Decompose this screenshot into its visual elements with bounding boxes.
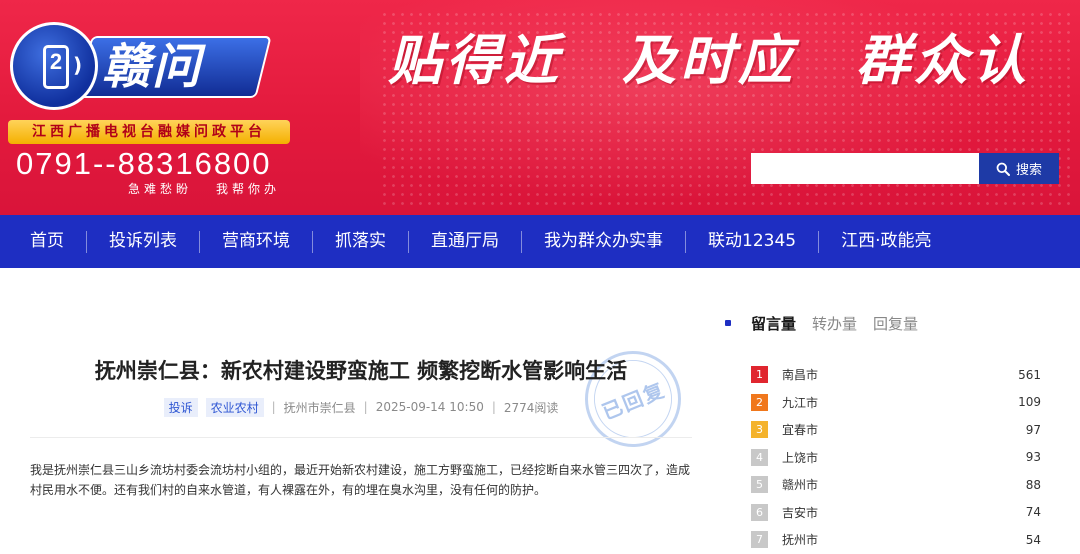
rank-badge: 3 (751, 421, 768, 439)
header-banner: 2 ) 赣问 贴得近 及时应 群众认 江西广播电视台融媒问政平台 0791--8… (0, 0, 1080, 215)
ranking-row[interactable]: 1 南昌市 561 (751, 361, 1041, 389)
rank-badge: 2 (751, 393, 768, 411)
tab-transfer-count[interactable]: 转办量 (812, 313, 857, 334)
tab-marker-icon (725, 320, 731, 326)
logo-number: 2 (49, 49, 63, 74)
rank-count: 561 (1018, 367, 1041, 382)
slogan: 贴得近 及时应 群众认 (388, 28, 1068, 94)
search-input[interactable] (751, 153, 979, 184)
rank-count: 88 (1025, 477, 1041, 492)
signal-icon: ) (73, 53, 83, 77)
tag-complaint[interactable]: 投诉 (163, 397, 198, 417)
rank-city: 抚州市 (782, 533, 819, 548)
article-location: 抚州市崇仁县 (283, 400, 356, 415)
rank-badge: 7 (751, 531, 768, 549)
ranking-row[interactable]: 4 上饶市 93 (751, 444, 1041, 472)
meta-divider: | (491, 400, 496, 414)
ranking-row[interactable]: 2 九江市 109 (751, 389, 1041, 417)
rank-city: 赣州市 (782, 478, 819, 493)
rank-city: 上饶市 (782, 450, 819, 465)
rank-count: 54 (1025, 532, 1041, 547)
slogan-1: 贴得近 (388, 29, 562, 92)
hotline-subtitle: 急难愁盼 我帮你办 (128, 180, 280, 197)
hotline-number: 0791--88316800 (16, 146, 272, 181)
rank-count: 93 (1025, 450, 1041, 465)
rank-count: 97 (1025, 422, 1041, 437)
rank-count: 109 (1018, 395, 1041, 410)
article: 已回复 抚州崇仁县：新农村建设野蛮施工 频繁挖断水管影响生活 投诉 农业农村 |… (30, 268, 696, 553)
nav-business-environment[interactable]: 营商环境 (200, 215, 312, 268)
rank-badge: 5 (751, 476, 768, 494)
nav-direct-departments[interactable]: 直通厅局 (409, 215, 521, 268)
nav-jiangxi-zhengnengliang[interactable]: 江西·政能亮 (819, 215, 953, 268)
article-read-count: 2774阅读 (503, 400, 559, 415)
slogan-3: 群众认 (856, 29, 1030, 92)
rank-badge: 4 (751, 448, 768, 466)
hotline-sub-1: 急难愁盼 (128, 182, 193, 196)
ranking-row[interactable]: 3 宜春市 97 (751, 416, 1041, 444)
meta-divider: | (271, 400, 276, 414)
rank-badge: 6 (751, 503, 768, 521)
rank-count: 74 (1025, 505, 1041, 520)
nav-home[interactable]: 首页 (8, 215, 86, 268)
search-button-label: 搜索 (1015, 163, 1042, 178)
search-button[interactable]: 搜索 (979, 153, 1059, 184)
article-content: 我是抚州崇仁县三山乡流坊村委会流坊村小组的，最近开始新农村建设，施工方野蛮施工，… (30, 463, 691, 497)
tab-message-count[interactable]: 留言量 (751, 313, 796, 334)
tag-agriculture[interactable]: 农业农村 (205, 397, 264, 417)
nav-practical-matters[interactable]: 我为群众办实事 (522, 215, 685, 268)
rank-city: 九江市 (782, 395, 819, 410)
meta-divider: | (363, 400, 368, 414)
ranking-row[interactable]: 6 吉安市 74 (751, 499, 1041, 527)
nav-implementation[interactable]: 抓落实 (313, 215, 408, 268)
main-nav: 首页 投诉列表 营商环境 抓落实 直通厅局 我为群众办实事 联动12345 江西… (0, 215, 1080, 268)
platform-tag: 江西广播电视台融媒问政平台 (8, 120, 290, 144)
ranking-tabs: 留言量 转办量 回复量 (725, 310, 918, 336)
article-datetime: 2025-09-14 10:50 (375, 400, 484, 414)
ranking-row[interactable]: 7 抚州市 54 (751, 526, 1041, 554)
logo-text: 赣问 (102, 39, 203, 95)
hotline-sub-2: 我帮你办 (216, 182, 281, 196)
rank-city: 吉安市 (782, 505, 819, 520)
search-icon (996, 162, 1010, 176)
nav-complaint-list[interactable]: 投诉列表 (87, 215, 199, 268)
article-meta: 投诉 农业农村 | 抚州市崇仁县 | 2025-09-14 10:50 | 27… (30, 396, 692, 418)
logo-circle: 2 ) (10, 22, 98, 110)
nav-linkage-12345[interactable]: 联动12345 (686, 215, 818, 268)
article-title: 抚州崇仁县：新农村建设野蛮施工 频繁挖断水管影响生活 (94, 359, 628, 383)
article-divider (30, 437, 692, 438)
rank-badge: 1 (751, 366, 768, 384)
ranking-list: 1 南昌市 561 2 九江市 109 3 宜春市 97 4 上饶市 93 5 赣州市 88 6 吉安市 74 7 抚… (751, 361, 1041, 554)
ranking-sidebar: 留言量 转办量 回复量 1 南昌市 561 2 九江市 109 3 宜春市 97 4 上饶市 93 5 赣… (725, 268, 1055, 553)
rank-city: 南昌市 (782, 368, 819, 383)
site-logo[interactable]: 2 ) 赣问 (6, 22, 272, 110)
slogan-2: 及时应 (622, 29, 796, 92)
rank-city: 宜春市 (782, 423, 819, 438)
ranking-row[interactable]: 5 赣州市 88 (751, 471, 1041, 499)
tab-reply-count[interactable]: 回复量 (873, 313, 918, 334)
